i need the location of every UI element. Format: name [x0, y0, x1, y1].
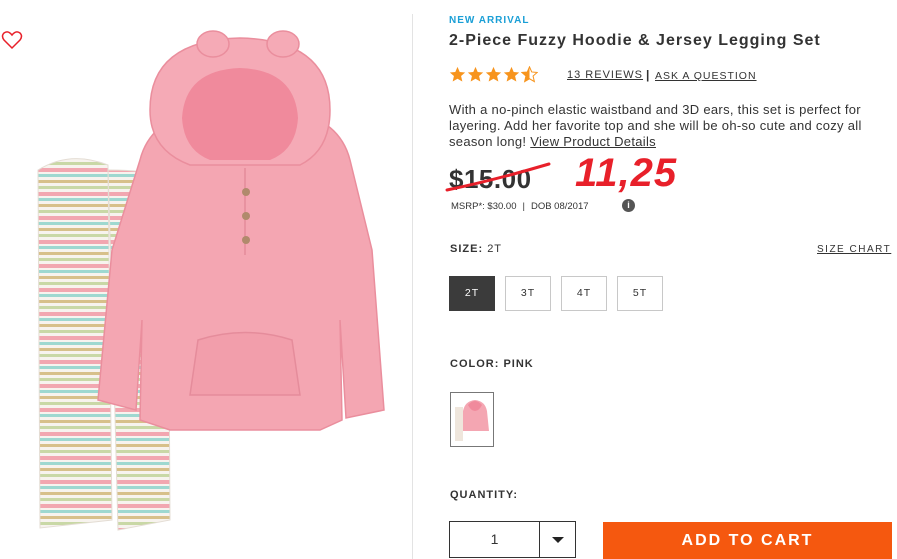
product-title: 2-Piece Fuzzy Hoodie & Jersey Legging Se…	[449, 32, 821, 49]
info-icon[interactable]: i	[622, 199, 635, 212]
size-option-4t[interactable]: 4T	[561, 276, 607, 311]
link-separator: |	[646, 68, 650, 82]
color-label: COLOR: PINK	[450, 358, 534, 370]
ask-question-link[interactable]: ASK A QUESTION	[655, 70, 757, 82]
size-option-3t[interactable]: 3T	[505, 276, 551, 311]
quantity-value: 1	[490, 531, 499, 547]
size-option-2t[interactable]: 2T	[449, 276, 495, 311]
swatch-thumbnail	[455, 400, 489, 441]
star-icon	[449, 66, 466, 82]
size-option-5t[interactable]: 5T	[617, 276, 663, 311]
size-label-text: SIZE:	[450, 243, 484, 255]
quantity-select[interactable]: 1	[449, 521, 576, 558]
msrp-separator: |	[522, 201, 525, 212]
size-selected-value: 2T	[487, 243, 503, 255]
star-icon	[485, 66, 502, 82]
price: $15.00	[449, 164, 532, 194]
size-label: SIZE: 2T	[450, 243, 502, 255]
reviews-link[interactable]: 13 REVIEWS	[567, 69, 643, 81]
rating-stars	[449, 66, 538, 83]
product-image-panel	[0, 0, 412, 559]
color-swatch-pink[interactable]	[450, 392, 494, 447]
quantity-label: QUANTITY:	[450, 489, 519, 501]
star-icon	[503, 66, 520, 82]
star-icon	[467, 66, 484, 82]
product-image[interactable]	[0, 0, 412, 559]
product-description: With a no-pinch elastic waistband and 3D…	[449, 102, 894, 150]
new-arrival-badge: NEW ARRIVAL	[449, 15, 530, 26]
panel-divider	[412, 14, 413, 559]
half-star-icon	[521, 66, 538, 83]
heart-outline-icon[interactable]	[1, 30, 23, 50]
msrp-text: MSRP*: $30.00	[451, 201, 517, 212]
size-chart-link[interactable]: SIZE CHART	[817, 244, 891, 255]
view-details-link[interactable]: View Product Details	[530, 134, 656, 149]
chevron-down-icon[interactable]	[539, 522, 575, 557]
handwritten-price: 11,25	[575, 151, 678, 195]
msrp-line: MSRP*: $30.00 | DOB 08/2017	[451, 201, 589, 212]
add-to-cart-button[interactable]: ADD TO CART	[603, 522, 892, 559]
dob-text: DOB 08/2017	[530, 201, 589, 212]
